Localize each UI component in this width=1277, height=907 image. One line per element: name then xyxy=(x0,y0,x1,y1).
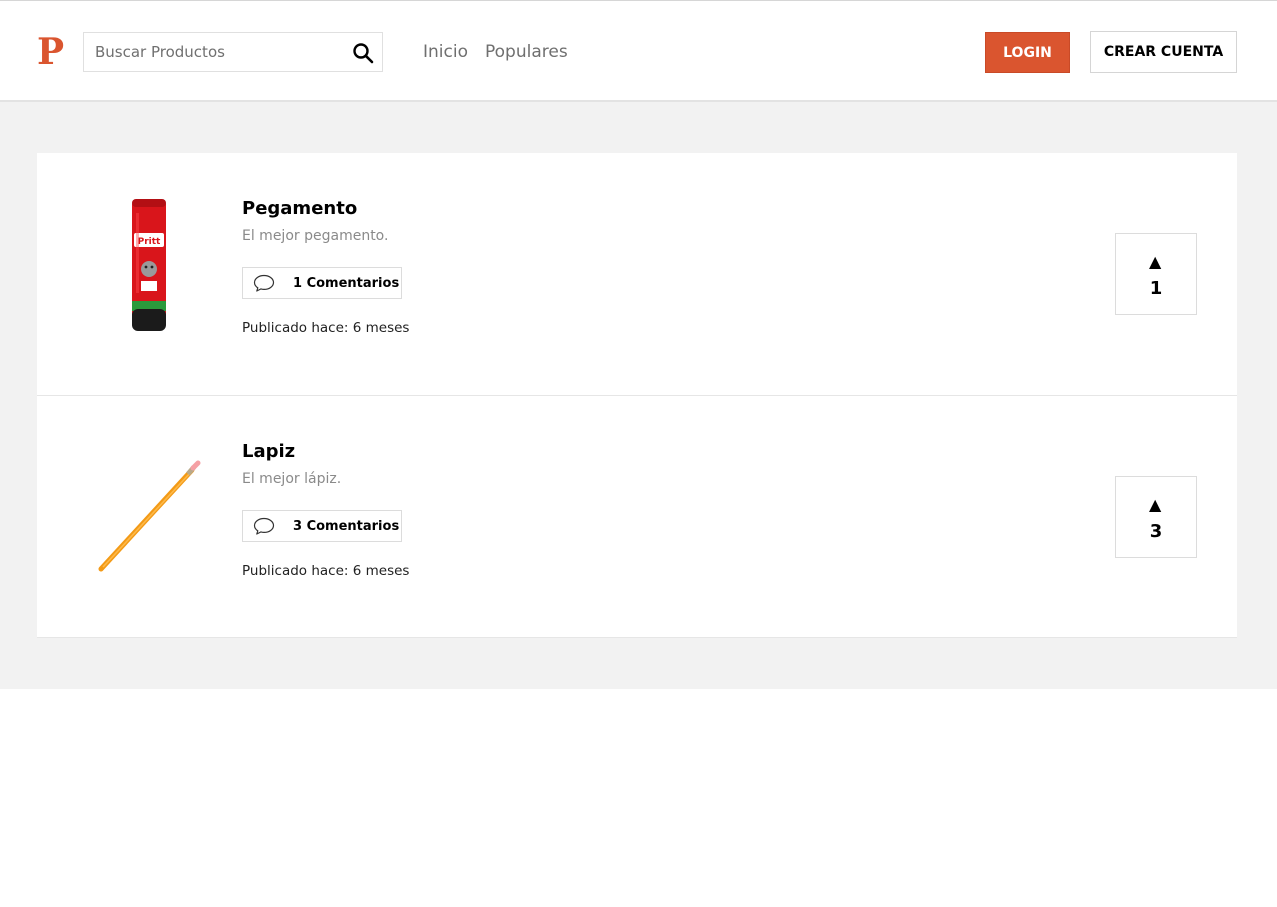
upvote-arrow-icon: ▲ xyxy=(1149,495,1162,514)
upvote-button[interactable]: ▲ 3 xyxy=(1115,476,1197,558)
product-description: El mejor pegamento. xyxy=(242,228,389,244)
search-box xyxy=(83,32,383,72)
comment-bubble-icon xyxy=(253,517,275,535)
product-title[interactable]: Pegamento xyxy=(242,197,357,221)
published-time: Publicado hace: 6 meses xyxy=(242,320,410,336)
search-icon[interactable] xyxy=(352,42,374,64)
product-description: El mejor lápiz. xyxy=(242,471,342,487)
vote-count: 3 xyxy=(1149,521,1163,542)
create-account-button[interactable]: CREAR CUENTA xyxy=(1090,31,1237,73)
pritt-brand-text: Pritt xyxy=(138,237,161,247)
comments-button[interactable]: 3 Comentarios xyxy=(242,510,402,542)
product-list: Pritt Pegamento El mejor pegamento. 1 Co… xyxy=(37,153,1237,638)
glue-stick-image[interactable]: Pritt xyxy=(87,193,212,343)
upvote-button[interactable]: ▲ 1 xyxy=(1115,233,1197,315)
logo[interactable]: P xyxy=(37,33,65,71)
vote-count: 1 xyxy=(1149,278,1163,299)
pencil-image[interactable] xyxy=(87,436,212,586)
product-item: Lapiz El mejor lápiz. 3 Comentarios Publ… xyxy=(37,396,1237,639)
published-time: Publicado hace: 6 meses xyxy=(242,563,410,579)
comments-button[interactable]: 1 Comentarios xyxy=(242,267,402,299)
comments-count-label: 3 Comentarios xyxy=(293,519,400,534)
upvote-arrow-icon: ▲ xyxy=(1149,252,1162,271)
login-button[interactable]: LOGIN xyxy=(985,32,1070,73)
comments-count-label: 1 Comentarios xyxy=(293,276,400,291)
site-header: P Inicio Populares LOGIN CREAR CUENTA xyxy=(0,0,1277,102)
product-item: Pritt Pegamento El mejor pegamento. 1 Co… xyxy=(37,153,1237,396)
search-input[interactable] xyxy=(84,33,344,71)
product-title[interactable]: Lapiz xyxy=(242,440,295,464)
nav-link-populares[interactable]: Populares xyxy=(485,41,568,63)
nav-link-inicio[interactable]: Inicio xyxy=(423,41,468,63)
comment-bubble-icon xyxy=(253,274,275,292)
